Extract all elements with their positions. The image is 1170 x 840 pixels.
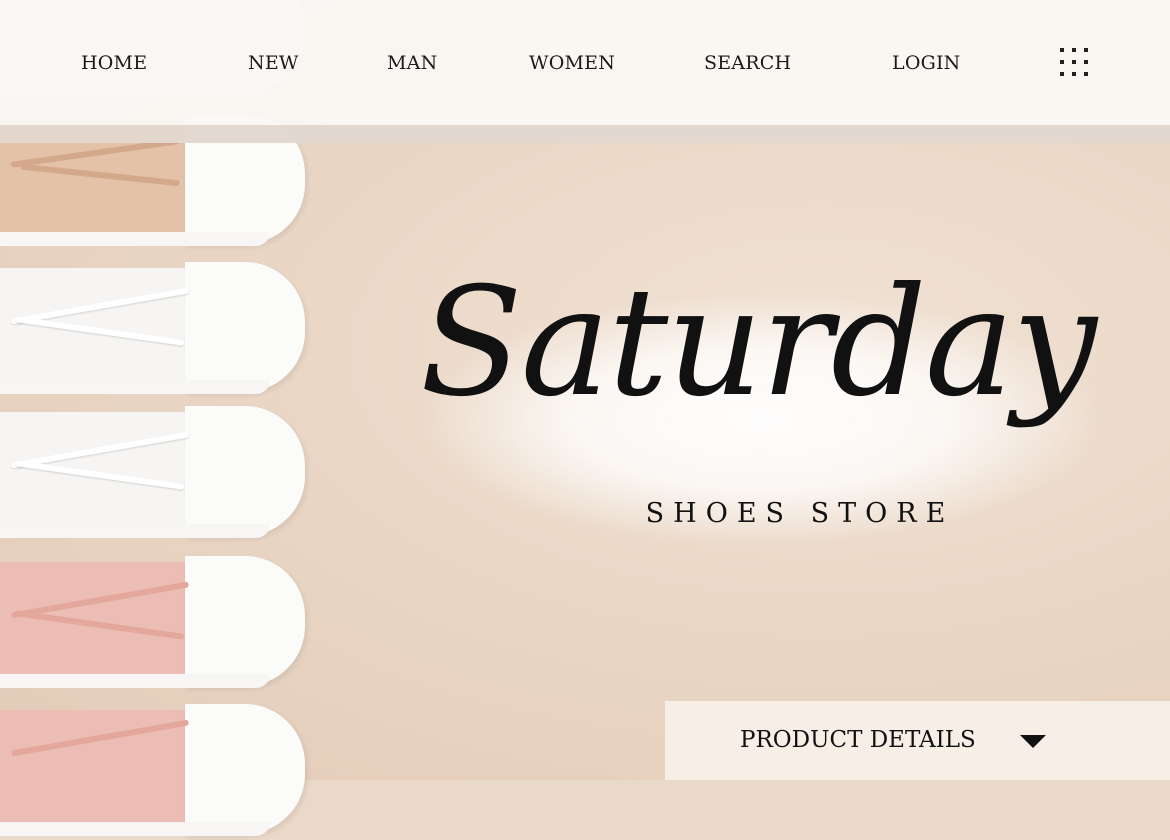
product-details-dropdown[interactable]: PRODUCT DETAILS <box>665 701 1170 780</box>
nav-women-link[interactable]: WOMEN <box>529 52 615 74</box>
brand-logo-title: Saturday <box>420 256 1097 430</box>
top-navigation: HOME NEW MAN WOMEN SEARCH LOGIN <box>0 0 1170 143</box>
caret-down-icon <box>1020 735 1046 748</box>
nav-man-link[interactable]: MAN <box>387 52 437 74</box>
nav-login-link[interactable]: LOGIN <box>892 52 961 74</box>
nav-search-link[interactable]: SEARCH <box>704 52 791 74</box>
shoe-white-2 <box>0 402 330 542</box>
product-details-label: PRODUCT DETAILS <box>740 727 976 753</box>
nav-home-link[interactable]: HOME <box>81 52 147 74</box>
grid-menu-icon[interactable] <box>1060 48 1092 80</box>
shoe-pink-1 <box>0 552 330 692</box>
brand-logo-subtitle: SHOES STORE <box>645 498 955 529</box>
shoe-pink-2 <box>0 700 330 840</box>
shoe-white-1 <box>0 258 330 398</box>
nav-new-link[interactable]: NEW <box>248 52 299 74</box>
